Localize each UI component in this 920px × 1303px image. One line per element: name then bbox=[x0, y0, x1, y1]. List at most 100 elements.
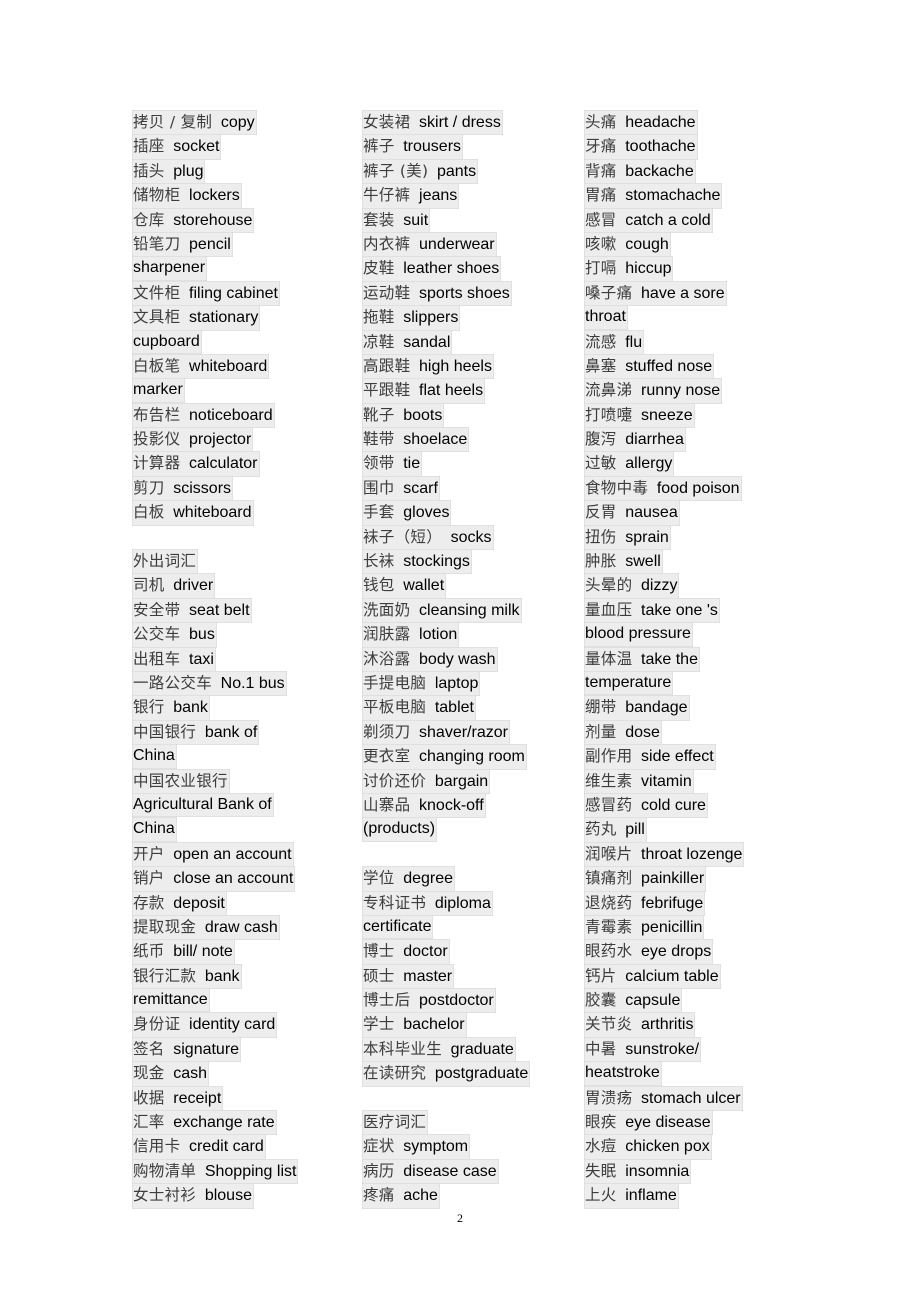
vocabulary-entry: 镇痛剂 painkiller bbox=[584, 866, 820, 892]
chinese-term: 感冒 bbox=[585, 210, 617, 229]
chinese-term: 疼痛 bbox=[363, 1186, 395, 1205]
section-heading: 外出词汇 bbox=[132, 549, 362, 575]
vocabulary-entry: 症状 symptom bbox=[362, 1134, 584, 1160]
text-highlight: 食物中毒 food poison bbox=[584, 475, 742, 502]
text-highlight: 鞋带 shoelace bbox=[362, 427, 470, 453]
chinese-term: 打喷嚏 bbox=[585, 405, 633, 424]
chinese-term: 围巾 bbox=[363, 478, 395, 497]
text-highlight: 提取现金 draw cash bbox=[132, 914, 280, 941]
text-highlight: cupboard bbox=[132, 329, 202, 354]
chinese-term: 鞋带 bbox=[363, 430, 395, 449]
chinese-term: 硕士 bbox=[363, 966, 395, 985]
document-page: 拷贝 / 复制 copy 插座 socket 插头 plug 储物柜 lockers 仓… bbox=[0, 0, 920, 1303]
chinese-term: 更衣室 bbox=[363, 747, 411, 766]
text-highlight: heatstroke bbox=[584, 1061, 662, 1086]
chinese-term: 公交车 bbox=[133, 625, 181, 644]
chinese-term: 领带 bbox=[363, 454, 395, 473]
text-highlight: 维生素 vitamin bbox=[584, 768, 694, 794]
chinese-term: 流鼻涕 bbox=[585, 381, 633, 400]
text-highlight: 长袜 stockings bbox=[362, 549, 472, 575]
text-highlight: 领带 tie bbox=[362, 451, 423, 477]
vocabulary-entry: 高跟鞋 high heels bbox=[362, 353, 584, 380]
english-term: stockings bbox=[403, 553, 470, 571]
vocabulary-entry: 文具柜 stationary bbox=[132, 305, 362, 331]
vocabulary-entry: 安全带 seat belt bbox=[132, 597, 362, 624]
vocabulary-entry: 内衣裤 underwear bbox=[362, 231, 584, 258]
chinese-term: 学士 bbox=[363, 1015, 395, 1034]
chinese-term: 签名 bbox=[133, 1039, 165, 1058]
vocabulary-entry: 剂量 dose bbox=[584, 719, 820, 746]
english-term: calcium table bbox=[625, 967, 719, 985]
english-term: marker bbox=[133, 381, 183, 399]
vocabulary-entry: 仓库 storehouse bbox=[132, 207, 362, 233]
english-term: deposit bbox=[173, 894, 225, 912]
vocabulary-entry: 中国银行 bank of bbox=[132, 719, 362, 746]
vocabulary-entry: 胶囊 capsule bbox=[584, 988, 820, 1014]
text-highlight: 身份证 identity card bbox=[132, 1012, 278, 1038]
chinese-term: 沐浴露 bbox=[363, 649, 411, 668]
english-term: (products) bbox=[363, 820, 436, 838]
chinese-term: 胃溃疡 bbox=[585, 1088, 633, 1107]
chinese-term: 皮鞋 bbox=[363, 259, 395, 278]
text-highlight: 银行汇款 bank bbox=[132, 963, 242, 990]
text-highlight: 公交车 bus bbox=[132, 622, 217, 648]
text-highlight: 过敏 allergy bbox=[584, 451, 675, 477]
text-highlight: 剃须刀 shaver/razor bbox=[362, 719, 510, 746]
english-term: febrifuge bbox=[641, 894, 704, 912]
chinese-term: 凉鞋 bbox=[363, 332, 395, 351]
chinese-term: 本科毕业生 bbox=[363, 1039, 443, 1058]
text-highlight: throat bbox=[584, 305, 628, 330]
chinese-term: 铅笔刀 bbox=[133, 234, 181, 253]
vocabulary-entry: 插座 socket bbox=[132, 134, 362, 160]
english-term: symptom bbox=[403, 1138, 469, 1156]
chinese-term: 靴子 bbox=[363, 405, 395, 424]
english-term: suit bbox=[403, 211, 429, 229]
vocabulary-entry: China bbox=[132, 817, 362, 842]
text-highlight: marker bbox=[132, 378, 185, 403]
vocabulary-entry: 药丸 pill bbox=[584, 817, 820, 843]
english-term: noticeboard bbox=[189, 406, 273, 424]
vocabulary-entry: 皮鞋 leather shoes bbox=[362, 256, 584, 282]
english-term: leather shoes bbox=[403, 260, 500, 278]
english-term: sprain bbox=[625, 528, 669, 546]
chinese-term: 润肤露 bbox=[363, 625, 411, 644]
chinese-term: 学位 bbox=[363, 869, 395, 888]
vocabulary-entry: 本科毕业生 graduate bbox=[362, 1036, 584, 1063]
english-term: postdoctor bbox=[419, 992, 494, 1010]
chinese-term: 副作用 bbox=[585, 747, 633, 766]
vocabulary-entry: 拖鞋 slippers bbox=[362, 305, 584, 331]
english-term: remittance bbox=[133, 991, 208, 1009]
text-highlight: 白板笔 whiteboard bbox=[132, 353, 270, 380]
vocabulary-entry: 副作用 side effect bbox=[584, 744, 820, 770]
vocabulary-entry: 女士衬衫 blouse bbox=[132, 1183, 362, 1209]
text-highlight: 插座 socket bbox=[132, 134, 222, 160]
text-highlight: 药丸 pill bbox=[584, 817, 647, 843]
vocabulary-entry: 公交车 bus bbox=[132, 622, 362, 648]
text-highlight: 中国银行 bank of bbox=[132, 719, 260, 746]
english-term: jeans bbox=[419, 187, 458, 205]
text-highlight: remittance bbox=[132, 988, 210, 1013]
vocabulary-entry: 袜子（短） socks bbox=[362, 524, 584, 551]
vocabulary-entry: 感冒药 cold cure bbox=[584, 792, 820, 819]
chinese-term: 山寨品 bbox=[363, 795, 411, 814]
vocabulary-entry: 开户 open an account bbox=[132, 841, 362, 868]
text-highlight: 手套 gloves bbox=[362, 500, 452, 526]
english-term: open an account bbox=[173, 845, 292, 863]
text-highlight: 投影仪 projector bbox=[132, 427, 254, 453]
text-highlight: 布告栏 noticeboard bbox=[132, 402, 275, 429]
vocabulary-entry: 沐浴露 body wash bbox=[362, 646, 584, 672]
text-highlight: 更衣室 changing room bbox=[362, 744, 527, 770]
vocabulary-entry: 裤子 (美) pants bbox=[362, 158, 584, 185]
vocabulary-entry: 学士 bachelor bbox=[362, 1012, 584, 1038]
text-highlight: 中暑 sunstroke/ bbox=[584, 1036, 702, 1063]
english-term: sneeze bbox=[641, 406, 693, 424]
vocabulary-entry: 签名 signature bbox=[132, 1036, 362, 1063]
english-term: flat heels bbox=[419, 382, 484, 400]
chinese-term: 文具柜 bbox=[133, 308, 181, 327]
english-term: Shopping list bbox=[204, 1162, 297, 1180]
english-term: dose bbox=[625, 723, 660, 741]
vocabulary-entry: cupboard bbox=[132, 329, 362, 354]
text-highlight: 中国农业银行 bbox=[132, 768, 230, 794]
section-spacer bbox=[132, 525, 362, 549]
english-term: storehouse bbox=[173, 211, 253, 229]
